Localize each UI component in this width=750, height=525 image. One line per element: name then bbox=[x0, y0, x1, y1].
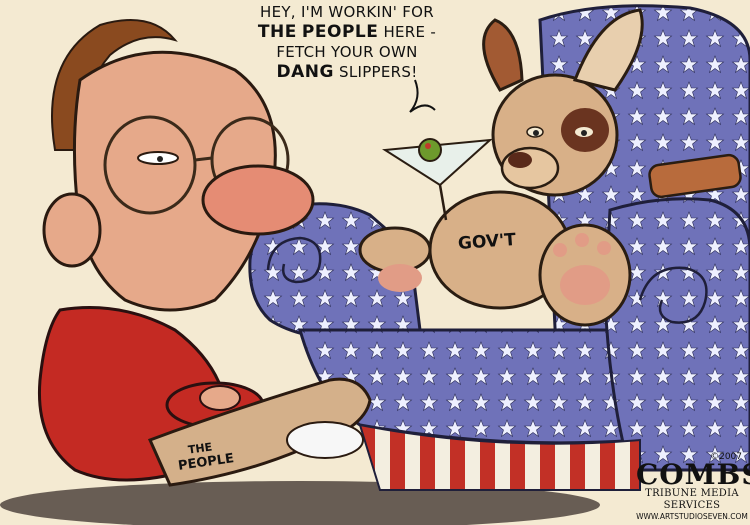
balloon-line-2: THE PEOPLE HERE - bbox=[228, 22, 466, 42]
balloon-word-the: THE bbox=[257, 22, 297, 42]
cartoon-panel: HEY, I'M WORKIN' FOR THE PEOPLE HERE - F… bbox=[0, 0, 750, 525]
balloon-line-1: HEY, I'M WORKIN' FOR bbox=[259, 3, 434, 21]
speech-balloon: HEY, I'M WORKIN' FOR THE PEOPLE HERE - F… bbox=[228, 2, 466, 82]
balloon-line-3: FETCH YOUR OWN bbox=[276, 43, 418, 61]
syndicate-credit: TRIBUNE MEDIA SERVICES bbox=[645, 488, 739, 511]
balloon-line-4: DANG SLIPPERS! bbox=[228, 62, 466, 82]
artist-signature: ©2007 COMBS TRIBUNE MEDIA SERVICES WWW.A… bbox=[636, 452, 750, 522]
artist-website: WWW.ARTSTUDIOSEVEN.COM bbox=[636, 512, 748, 521]
artist-name: COMBS bbox=[636, 458, 750, 491]
balloon-word-people: PEOPLE bbox=[301, 22, 379, 42]
dog-label: GOV'T bbox=[457, 230, 517, 254]
balloon-word-here: HERE - bbox=[383, 23, 437, 41]
balloon-word-dang: DANG bbox=[276, 62, 334, 82]
balloon-word-slippers: SLIPPERS! bbox=[339, 63, 418, 81]
